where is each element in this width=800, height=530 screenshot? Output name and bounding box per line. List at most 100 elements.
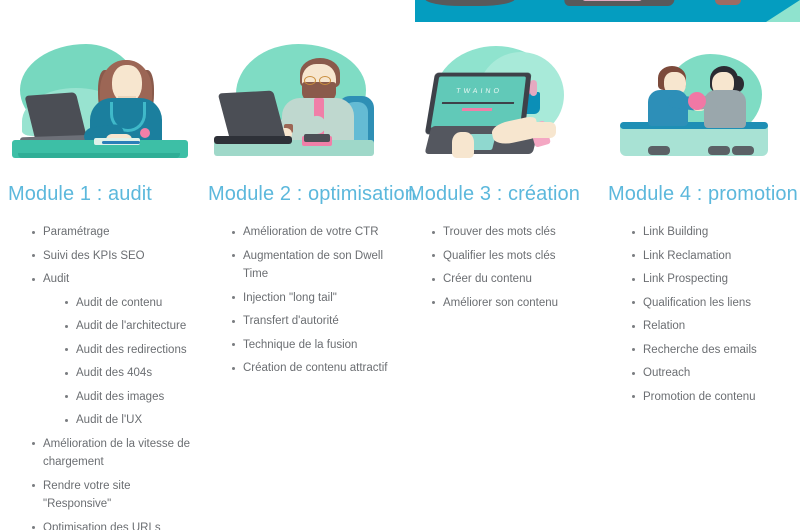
list-item: Link Prospecting	[632, 270, 794, 289]
notebook-cover-shape	[304, 134, 330, 142]
list-item-label: Amélioration de votre CTR	[243, 226, 379, 238]
list-item: Créer du contenu	[432, 270, 594, 289]
list-item: Optimisation des URLs	[32, 519, 194, 530]
module-sublist-audit: Audit de contenu Audit de l'architecture…	[43, 294, 194, 430]
list-item-label: Création de contenu attractif	[243, 362, 388, 374]
list-item-label: Relation	[643, 320, 686, 332]
hands-typing-on-laptop-top-view-illustration: TWAINO	[406, 40, 594, 162]
list-item-label: Suivi des KPIs SEO	[43, 249, 145, 262]
sub-list-item-label: Audit de contenu	[76, 296, 163, 309]
desk-shadow-shape	[18, 153, 180, 158]
list-item: Transfert d'autorité	[232, 312, 394, 331]
list-item-label: Amélioration de la vitesse de chargement	[43, 437, 191, 469]
list-item-label: Injection "long tail"	[243, 291, 337, 304]
module-column-3: TWAINO Module 3 : création Trouver des m…	[400, 40, 600, 530]
list-item: Outreach	[632, 364, 794, 383]
module-list-3: Trouver des mots clés Qualifier les mots…	[406, 223, 594, 312]
list-item: Recherche des emails	[632, 341, 794, 360]
module-column-2: Module 2 : optimisation Amélioration de …	[200, 40, 416, 530]
banner-cup-icon	[715, 0, 741, 5]
list-item-label: Technique de la fusion	[243, 338, 358, 351]
list-item: Relation	[632, 317, 794, 336]
list-item: Promotion de contenu	[632, 388, 794, 407]
sub-list-item: Audit des 404s	[65, 364, 194, 383]
list-item-label: Recherche des emails	[643, 343, 757, 356]
page-root: Module 1 : audit Paramétrage Suivi des K…	[0, 0, 800, 530]
module-title-3: Module 3 : création	[408, 183, 580, 205]
module-title-1: Module 1 : audit	[8, 183, 152, 205]
glasses-right-lens-icon	[319, 76, 331, 85]
top-banner-strip	[415, 0, 800, 22]
list-item-label: Rendre votre site "Responsive"	[43, 479, 131, 511]
module-list-4: Link Building Link Reclamation Link Pros…	[606, 223, 794, 406]
laptop-screen-subtitle-bar	[461, 108, 493, 111]
sub-list-item: Audit des redirections	[65, 341, 194, 360]
two-people-on-bench-sharing-illustration	[606, 40, 794, 162]
module-title-4: Module 4 : promotion	[608, 183, 798, 205]
banner-corner-accent	[766, 0, 800, 22]
list-item-label: Améliorer son contenu	[443, 296, 559, 309]
laptop-base-shape	[214, 136, 292, 144]
cactus-arm-right-icon	[530, 80, 537, 96]
laptop-screen-text: TWAINO	[455, 88, 503, 95]
list-item: Link Reclamation	[632, 247, 794, 266]
module-list-2: Amélioration de votre CTR Augmentation d…	[206, 223, 394, 378]
list-item: Technique de la fusion	[232, 336, 394, 355]
person-b-shoe-left-icon	[708, 146, 730, 155]
list-item-label: Créer du contenu	[443, 273, 532, 285]
person-b-shoe-right-icon	[732, 146, 754, 155]
stethoscope-bell-icon	[140, 128, 150, 138]
man-with-glasses-typing-on-laptop-illustration	[206, 40, 394, 162]
list-item: Audit Audit de contenu Audit de l'archit…	[32, 270, 194, 430]
list-item-label: Qualifier les mots clés	[443, 249, 556, 262]
list-item-label: Outreach	[643, 367, 691, 379]
sub-list-item: Audit de l'architecture	[65, 317, 194, 336]
list-item-label: Optimisation des URLs	[43, 521, 161, 530]
list-item: Création de contenu attractif	[232, 359, 394, 378]
banner-laptop-screen-icon	[582, 0, 644, 1]
list-item-label: Transfert d'autorité	[243, 315, 339, 327]
list-item-label: Link Prospecting	[643, 273, 729, 285]
list-item: Amélioration de votre CTR	[232, 223, 394, 242]
banner-mouse-icon	[425, 0, 515, 6]
sub-list-item: Audit de contenu	[65, 294, 194, 313]
list-item: Link Building	[632, 223, 794, 242]
list-item: Amélioration de la vitesse de chargement	[32, 435, 194, 472]
sub-list-item-label: Audit de l'UX	[76, 414, 143, 426]
list-item: Qualification les liens	[632, 294, 794, 313]
sub-list-item-label: Audit de l'architecture	[76, 320, 187, 332]
list-item-label: Link Building	[643, 226, 709, 238]
list-item-label: Trouver des mots clés	[443, 226, 556, 238]
list-item: Suivi des KPIs SEO	[32, 247, 194, 266]
list-item-label: Qualification les liens	[643, 296, 752, 309]
nurse-at-desk-with-laptop-illustration	[6, 40, 194, 162]
list-item: Améliorer son contenu	[432, 294, 594, 313]
sub-list-item: Audit de l'UX	[65, 411, 194, 430]
list-item: Qualifier les mots clés	[432, 247, 594, 266]
list-item-label: Paramétrage	[43, 226, 110, 238]
laptop-screen-divider	[441, 102, 515, 104]
sub-list-item-label: Audit des 404s	[76, 367, 153, 379]
list-item-label: Audit	[43, 273, 70, 285]
sub-list-item-label: Audit des redirections	[76, 343, 187, 356]
module-column-1: Module 1 : audit Paramétrage Suivi des K…	[0, 40, 200, 530]
module-title-2: Module 2 : optimisation	[208, 183, 416, 205]
gift-flower-icon	[688, 92, 706, 110]
sub-list-item: Audit des images	[65, 388, 194, 407]
list-item-label: Augmentation de son Dwell Time	[243, 249, 383, 281]
list-item: Paramétrage	[32, 223, 194, 242]
list-item: Injection "long tail"	[232, 289, 394, 308]
list-item-label: Promotion de contenu	[643, 390, 756, 403]
left-hand-shape	[452, 132, 474, 158]
list-item: Trouver des mots clés	[432, 223, 594, 242]
modules-columns: Module 1 : audit Paramétrage Suivi des K…	[0, 40, 800, 530]
list-item-label: Link Reclamation	[643, 249, 732, 262]
pen-icon	[102, 141, 140, 144]
module-column-4: Module 4 : promotion Link Building Link …	[600, 40, 800, 530]
person-a-shoe-icon	[648, 146, 670, 155]
list-item: Rendre votre site "Responsive"	[32, 477, 194, 514]
list-item: Augmentation de son Dwell Time	[232, 247, 394, 284]
module-list-1: Paramétrage Suivi des KPIs SEO Audit Aud…	[6, 223, 194, 530]
sub-list-item-label: Audit des images	[76, 390, 165, 403]
glasses-left-lens-icon	[304, 76, 316, 85]
